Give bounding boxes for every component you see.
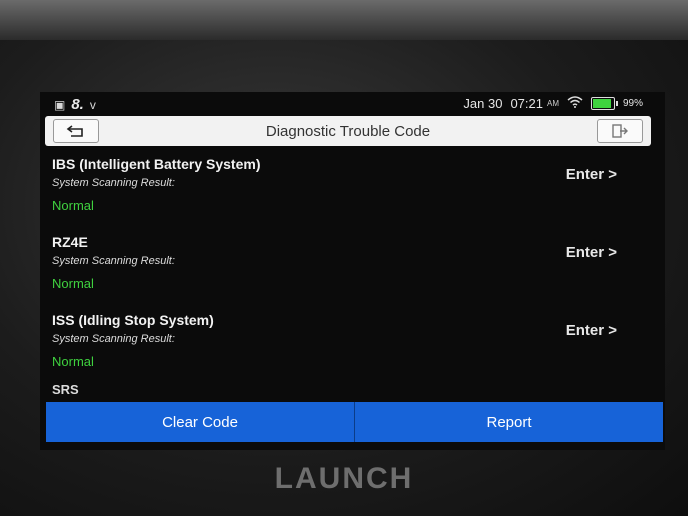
- title-bar: Diagnostic Trouble Code: [45, 116, 651, 146]
- scan-result-value: Normal: [52, 276, 94, 291]
- list-item: RZ4E System Scanning Result: Normal Ente…: [40, 224, 665, 302]
- battery-level: [592, 99, 611, 108]
- exit-icon: [612, 124, 628, 138]
- status-meridiem: AM: [546, 99, 559, 108]
- tablet-screen: ▣ 8. v Jan 30 07:21 AM 99% Diagnostic Tr…: [40, 92, 665, 450]
- system-name: ISS (Idling Stop System): [52, 312, 214, 328]
- scan-result-value: Normal: [52, 198, 94, 213]
- gallery-icon: ▣: [54, 97, 66, 112]
- status-date: Jan 30: [463, 96, 503, 111]
- system-name: RZ4E: [52, 234, 88, 250]
- status-bar: ▣ 8. v Jan 30 07:21 AM 99%: [40, 92, 665, 116]
- enter-button[interactable]: Enter >: [566, 322, 617, 339]
- list-item: ISS (Idling Stop System) System Scanning…: [40, 302, 665, 380]
- status-time: 07:21: [510, 96, 543, 111]
- partial-system-name[interactable]: SRS: [52, 382, 79, 396]
- status-left: ▣ 8. v: [54, 96, 96, 113]
- enter-button[interactable]: Enter >: [566, 166, 617, 183]
- brand-logo: LAUNCH: [274, 462, 414, 495]
- scan-result-label: System Scanning Result:: [52, 177, 175, 189]
- action-bar: Clear Code Report: [46, 402, 663, 442]
- scan-result-value: Normal: [52, 354, 94, 369]
- system-name: IBS (Intelligent Battery System): [52, 156, 261, 172]
- page-title: Diagnostic Trouble Code: [265, 123, 431, 140]
- status-left-suffix: v: [89, 97, 96, 112]
- scan-result-label: System Scanning Result:: [52, 255, 175, 267]
- list-item: IBS (Intelligent Battery System) System …: [40, 146, 665, 224]
- exit-button[interactable]: [597, 119, 643, 143]
- device-bezel: [0, 0, 688, 40]
- scan-result-label: System Scanning Result:: [52, 333, 175, 345]
- report-button[interactable]: Report: [355, 402, 663, 442]
- wifi-icon: [567, 96, 583, 111]
- clear-code-button[interactable]: Clear Code: [46, 402, 355, 442]
- battery-percent: 99%: [622, 98, 643, 109]
- system-list: IBS (Intelligent Battery System) System …: [40, 146, 665, 396]
- status-left-value: 8.: [71, 96, 84, 113]
- status-right: Jan 30 07:21 AM 99%: [463, 96, 643, 111]
- scan-tool-device: ▣ 8. v Jan 30 07:21 AM 99% Diagnostic Tr…: [0, 0, 688, 516]
- battery-icon: [590, 97, 618, 110]
- enter-button[interactable]: Enter >: [566, 244, 617, 261]
